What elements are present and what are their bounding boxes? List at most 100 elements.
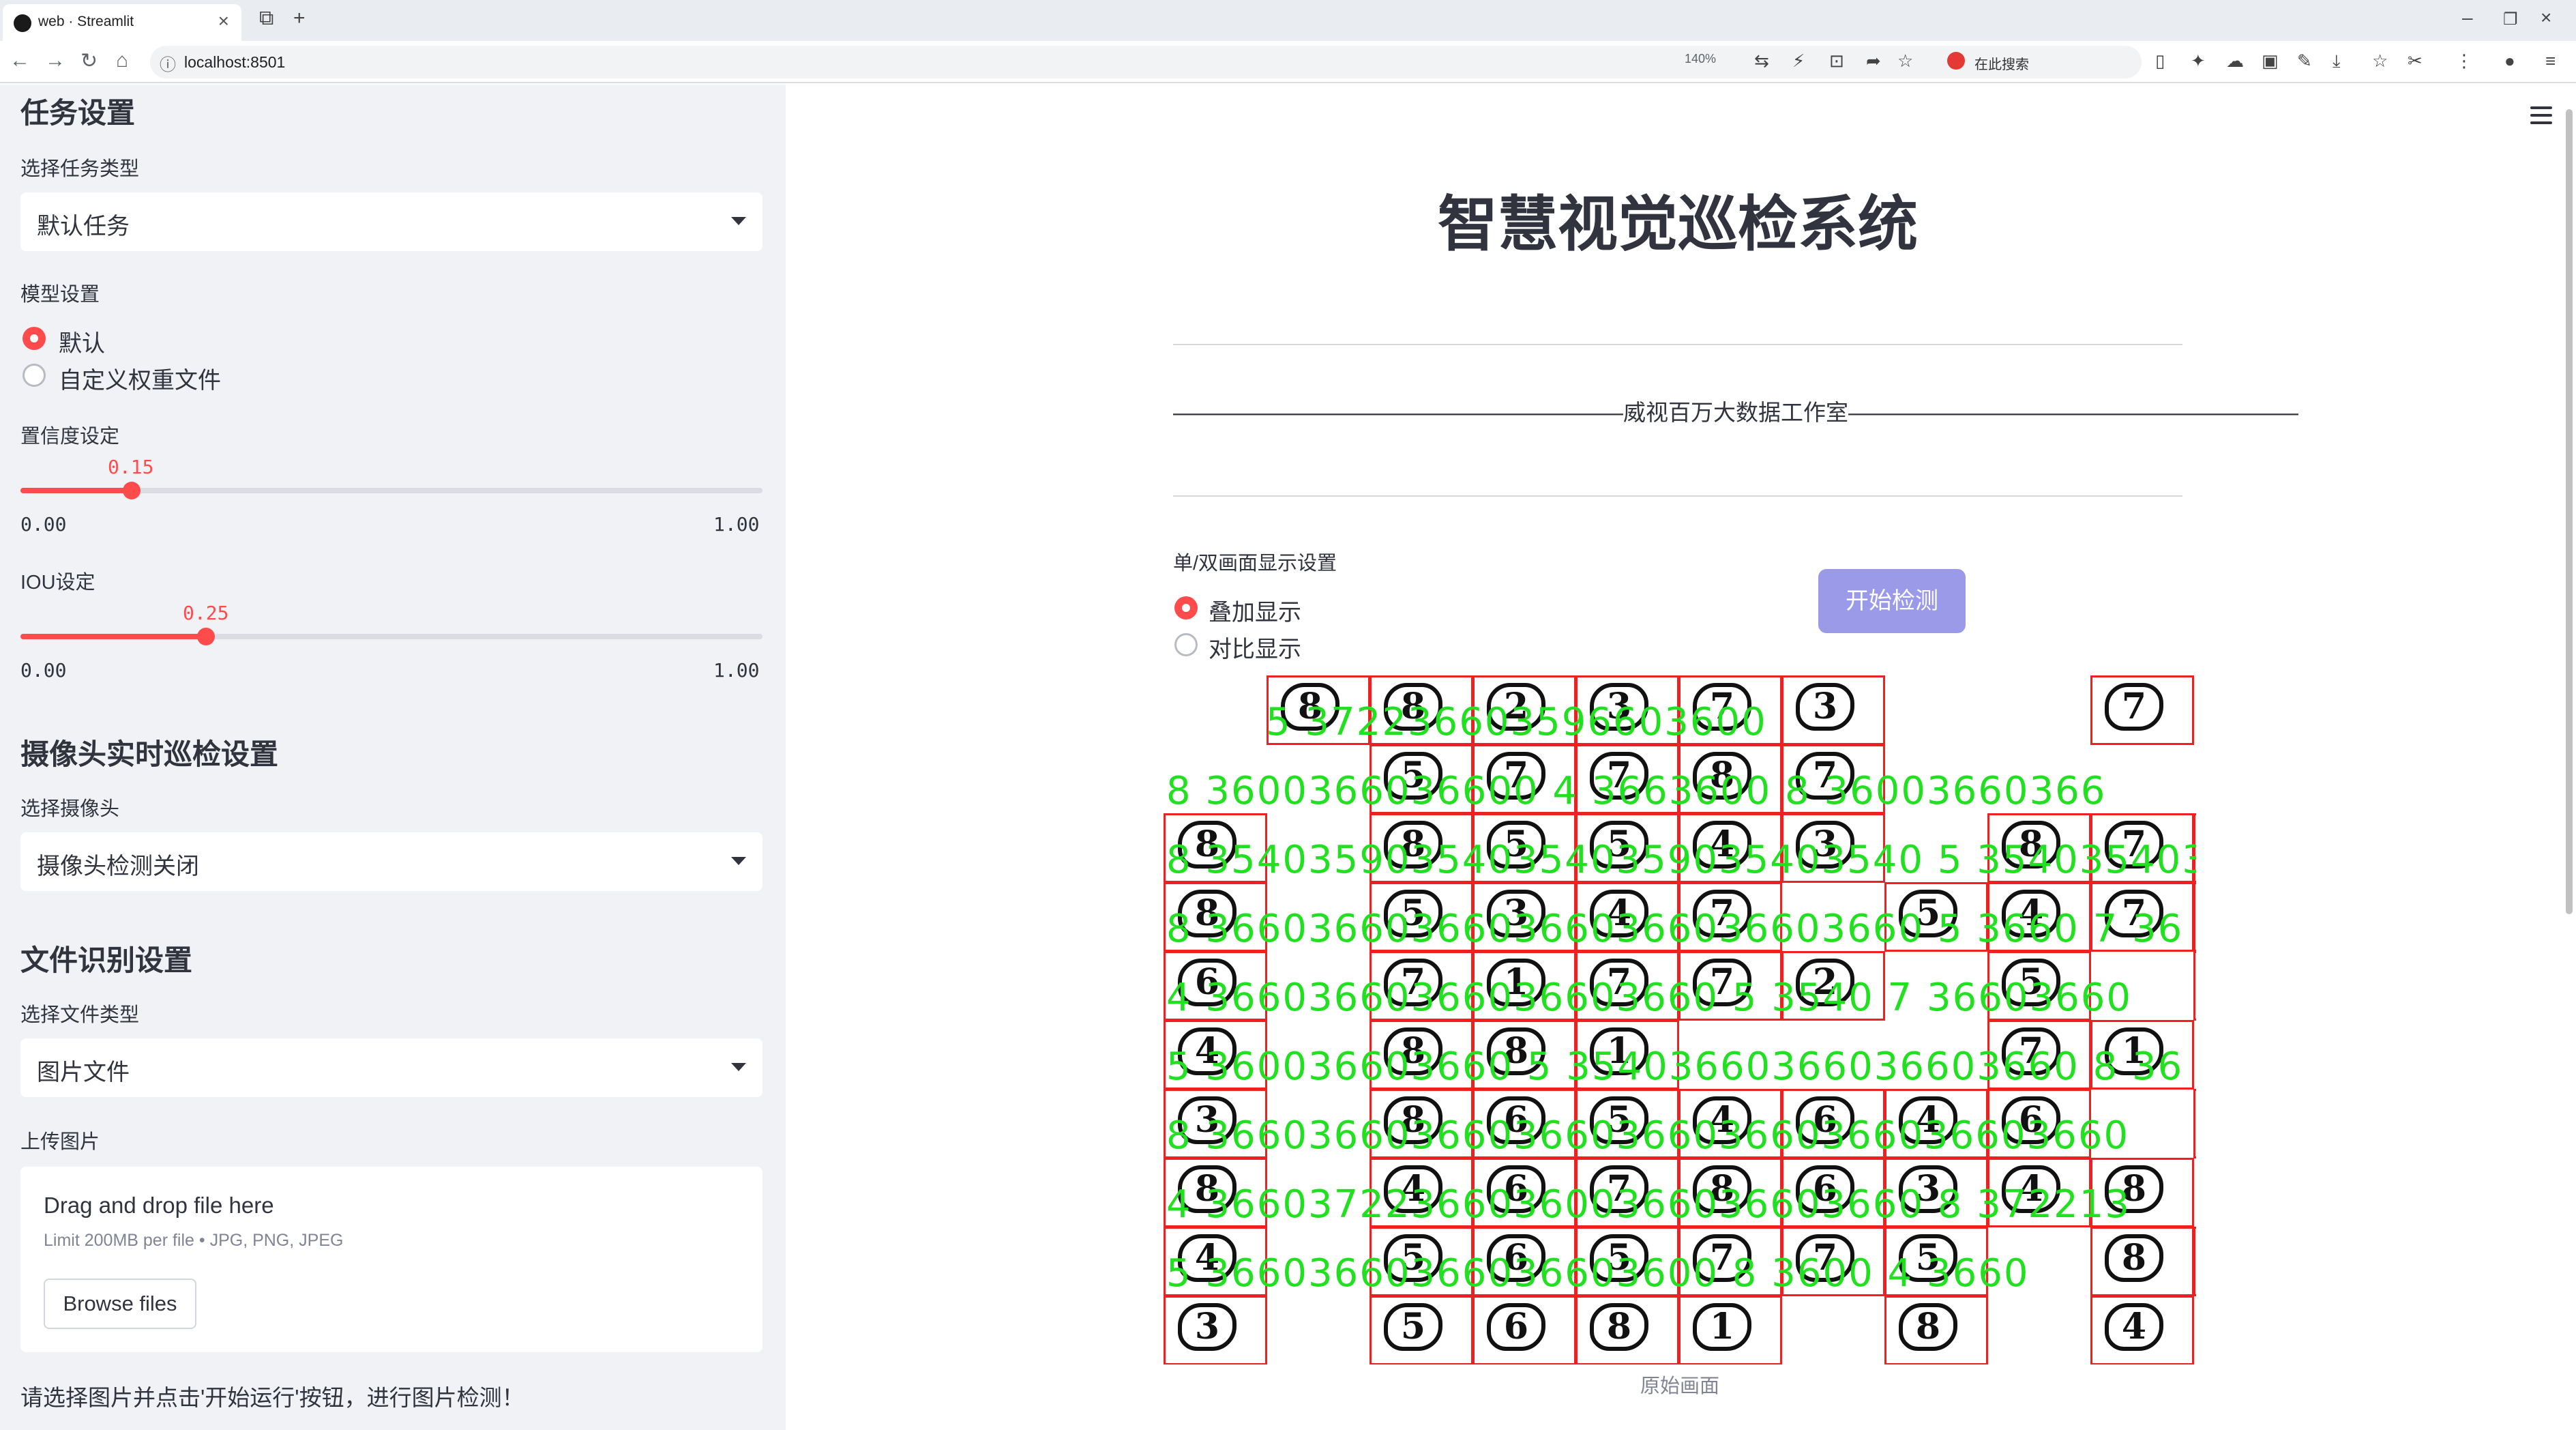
- confidence-label: 置信度设定: [20, 426, 120, 448]
- confidence-min: 0.00: [20, 513, 67, 536]
- zoom-level[interactable]: 140%: [1685, 52, 1716, 66]
- search-placeholder: 在此搜索: [1974, 57, 2029, 72]
- drag-drop-text: Drag and drop file here: [44, 1193, 274, 1218]
- detection-box: 8: [1575, 1296, 1679, 1365]
- chevron-down-icon: [731, 857, 746, 865]
- extension-icon[interactable]: ✦: [2191, 50, 2206, 72]
- task-type-label: 选择任务类型: [20, 158, 140, 180]
- file-type-value: 图片文件: [37, 1060, 130, 1085]
- detection-box: 9: [2193, 1089, 2196, 1158]
- detection-label-row: 4 3660372236603600366036603660 8 372213: [1166, 1182, 2131, 1227]
- handwritten-digit: 8: [2105, 1234, 2163, 1282]
- iou-slider-fill: [20, 634, 206, 639]
- detection-label-row: 5 36603660366036603600 8 3600 4 3660: [1166, 1251, 2030, 1296]
- handwritten-digit: 8: [1899, 1303, 1957, 1351]
- browser-search-box[interactable]: 在此搜索: [1940, 46, 2138, 76]
- handwritten-digit: 4: [2105, 1303, 2163, 1351]
- wallet-icon[interactable]: ▣: [2262, 50, 2279, 72]
- browser-tab[interactable]: web · Streamlit ×: [3, 4, 241, 41]
- more-menu-icon[interactable]: ⋮: [2455, 50, 2473, 72]
- iou-max: 1.00: [713, 659, 760, 682]
- iou-value: 0.25: [183, 602, 229, 624]
- tab-group-icon[interactable]: ⧉: [259, 7, 273, 30]
- translate-icon[interactable]: ⇆: [1754, 50, 1769, 72]
- handwritten-digit: 3: [1796, 683, 1854, 731]
- handwritten-digit: 5: [1384, 1303, 1442, 1351]
- studio-subtitle: ————————————————————威视百万大数据工作室——————————…: [1173, 400, 2298, 425]
- scrollbar[interactable]: [2566, 109, 2573, 914]
- mobile-icon[interactable]: ▯: [2155, 50, 2165, 72]
- screenshot-icon[interactable]: ⊡: [1829, 50, 1844, 72]
- model-radio-default[interactable]: [23, 327, 46, 350]
- back-icon[interactable]: ←: [10, 49, 30, 72]
- search-engine-icon: [1947, 52, 1965, 70]
- camera-settings-header: 摄像头实时巡检设置: [20, 738, 279, 770]
- detection-box: 4: [2193, 882, 2196, 952]
- detection-box: 7: [2090, 675, 2194, 745]
- detection-label-row: 8 3540359035403540359035403540 5 3540354…: [1166, 838, 2196, 882]
- detection-label-row: 5 360036603660 5 35403660366036603660 8 …: [1166, 1045, 2184, 1089]
- forward-icon[interactable]: →: [45, 49, 65, 72]
- detection-box: 6: [1472, 1296, 1576, 1365]
- confidence-slider-thumb[interactable]: [123, 482, 141, 499]
- file-type-label: 选择文件类型: [20, 1004, 140, 1026]
- display-radio-overlay[interactable]: [1174, 596, 1198, 619]
- detection-box: 3: [1781, 675, 1885, 745]
- display-radio-compare[interactable]: [1174, 633, 1198, 656]
- file-type-select[interactable]: 图片文件: [20, 1038, 763, 1097]
- lightning-icon[interactable]: ⚡: [1792, 50, 1805, 72]
- detection-result-image: 8823737577878855438748534754746717725748…: [1164, 674, 2196, 1365]
- restore-window-icon[interactable]: ❐: [2503, 10, 2518, 29]
- divider-bottom: [1173, 495, 2182, 497]
- task-type-select[interactable]: 默认任务: [20, 192, 763, 251]
- browser-address-bar: ← → ↻ ⌂ ⓘ localhost:8501: [0, 41, 2576, 83]
- reload-icon[interactable]: ↻: [80, 49, 98, 73]
- chevron-down-icon: [731, 1063, 746, 1071]
- handwritten-digit: 7: [2105, 683, 2163, 731]
- tab-close-icon[interactable]: ×: [218, 10, 229, 32]
- file-settings-header: 文件识别设置: [20, 944, 193, 976]
- cloud-icon[interactable]: ☁: [2226, 50, 2244, 72]
- model-radio-custom[interactable]: [23, 364, 46, 387]
- image-caption: 原始画面: [1640, 1375, 1719, 1397]
- iou-slider-track[interactable]: [20, 634, 763, 639]
- divider-top: [1173, 344, 2182, 345]
- handwritten-digit: 3: [1178, 1303, 1237, 1351]
- iou-min: 0.00: [20, 659, 67, 682]
- download-icon[interactable]: ⤓: [2333, 50, 2341, 72]
- minimize-window-icon[interactable]: –: [2462, 7, 2473, 29]
- detection-box: 1: [1678, 1296, 1782, 1365]
- home-icon[interactable]: ⌂: [116, 49, 128, 72]
- close-window-icon[interactable]: ×: [2541, 7, 2551, 29]
- iou-label: IOU设定: [20, 572, 95, 594]
- bookmark-icon[interactable]: ☆: [2372, 50, 2388, 72]
- detection-label-row: 8 3600366036600 4 3663600 8 36003660366: [1166, 769, 2107, 813]
- browser-menu-icon[interactable]: ≡: [2545, 50, 2556, 72]
- detection-label-row: 8 366036603660366036603660366036603660: [1166, 1113, 2130, 1158]
- handwritten-digit: 8: [1590, 1303, 1648, 1351]
- upload-label: 上传图片: [20, 1131, 100, 1153]
- camera-select[interactable]: 摄像头检测关闭: [20, 832, 763, 891]
- page-info-icon[interactable]: ⓘ: [160, 51, 176, 75]
- iou-slider-thumb[interactable]: [197, 628, 215, 645]
- hamburger-menu-icon[interactable]: [2530, 106, 2552, 124]
- detection-box: 8: [2090, 1227, 2194, 1296]
- file-uploader-dropzone[interactable]: Drag and drop file here Limit 200MB per …: [20, 1167, 763, 1352]
- confidence-max: 1.00: [713, 513, 760, 536]
- page-title: 智慧视觉巡检系统: [1437, 190, 1918, 258]
- new-tab-icon[interactable]: +: [293, 7, 306, 30]
- detection-box: 8: [1884, 1296, 1988, 1365]
- notes-icon[interactable]: ✎: [2297, 50, 2312, 72]
- start-detection-button[interactable]: 开始检测: [1818, 569, 1966, 633]
- tools-icon[interactable]: ✂: [2408, 50, 2423, 72]
- detection-box: 7: [2193, 951, 2196, 1021]
- browse-files-button[interactable]: Browse files: [44, 1279, 196, 1329]
- handwritten-digit: 6: [1487, 1303, 1545, 1351]
- handwritten-digit: 1: [1693, 1303, 1751, 1351]
- display-mode-label: 单/双画面显示设置: [1173, 553, 1337, 574]
- share-icon[interactable]: ➦: [1866, 50, 1881, 72]
- camera-select-value: 摄像头检测关闭: [37, 853, 199, 879]
- profile-avatar-icon[interactable]: ●: [2504, 50, 2515, 72]
- favorite-star-icon[interactable]: ☆: [1897, 50, 1913, 72]
- confidence-value: 0.15: [108, 456, 154, 478]
